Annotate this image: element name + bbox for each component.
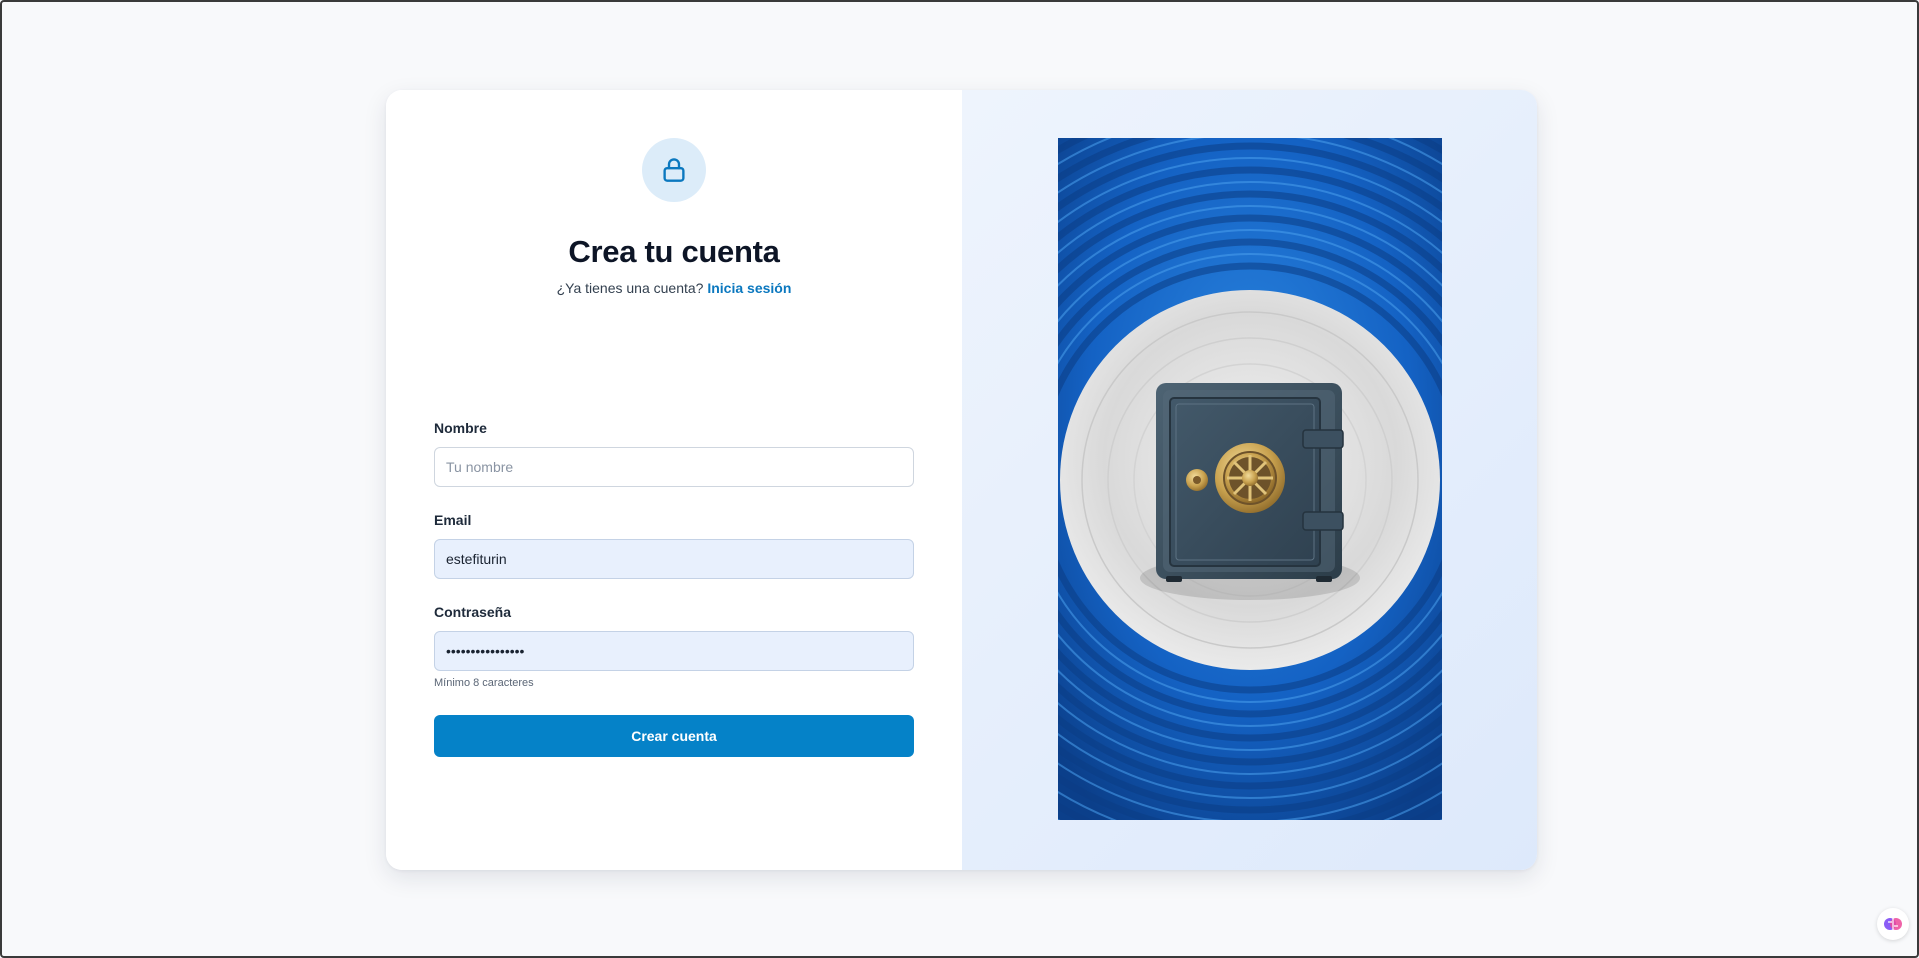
signup-card: Crea tu cuenta ¿Ya tienes una cuenta? In… bbox=[386, 90, 1537, 870]
safe-illustration-svg bbox=[1058, 138, 1442, 820]
page-title: Crea tu cuenta bbox=[568, 234, 780, 269]
login-prompt-text: ¿Ya tienes una cuenta? bbox=[556, 280, 704, 296]
login-link[interactable]: Inicia sesión bbox=[707, 280, 791, 296]
login-prompt: ¿Ya tienes una cuenta? Inicia sesión bbox=[386, 280, 962, 296]
brain-icon bbox=[1884, 918, 1902, 930]
name-label: Nombre bbox=[434, 420, 487, 436]
create-account-button[interactable]: Crear cuenta bbox=[434, 715, 914, 757]
password-input[interactable] bbox=[434, 631, 914, 671]
lock-icon bbox=[663, 158, 685, 182]
signup-form-panel: Crea tu cuenta ¿Ya tienes una cuenta? In… bbox=[386, 90, 962, 870]
illustration-panel bbox=[962, 90, 1537, 870]
name-input[interactable] bbox=[434, 447, 914, 487]
page: Crea tu cuenta ¿Ya tienes una cuenta? In… bbox=[0, 0, 1919, 958]
lock-icon-badge bbox=[642, 138, 706, 202]
safe-illustration bbox=[1058, 138, 1442, 820]
password-helper: Mínimo 8 caracteres bbox=[434, 677, 534, 689]
brain-logo-icon[interactable] bbox=[1877, 908, 1909, 940]
password-label: Contraseña bbox=[434, 604, 512, 620]
email-input[interactable] bbox=[434, 539, 914, 579]
email-label: Email bbox=[434, 512, 472, 528]
